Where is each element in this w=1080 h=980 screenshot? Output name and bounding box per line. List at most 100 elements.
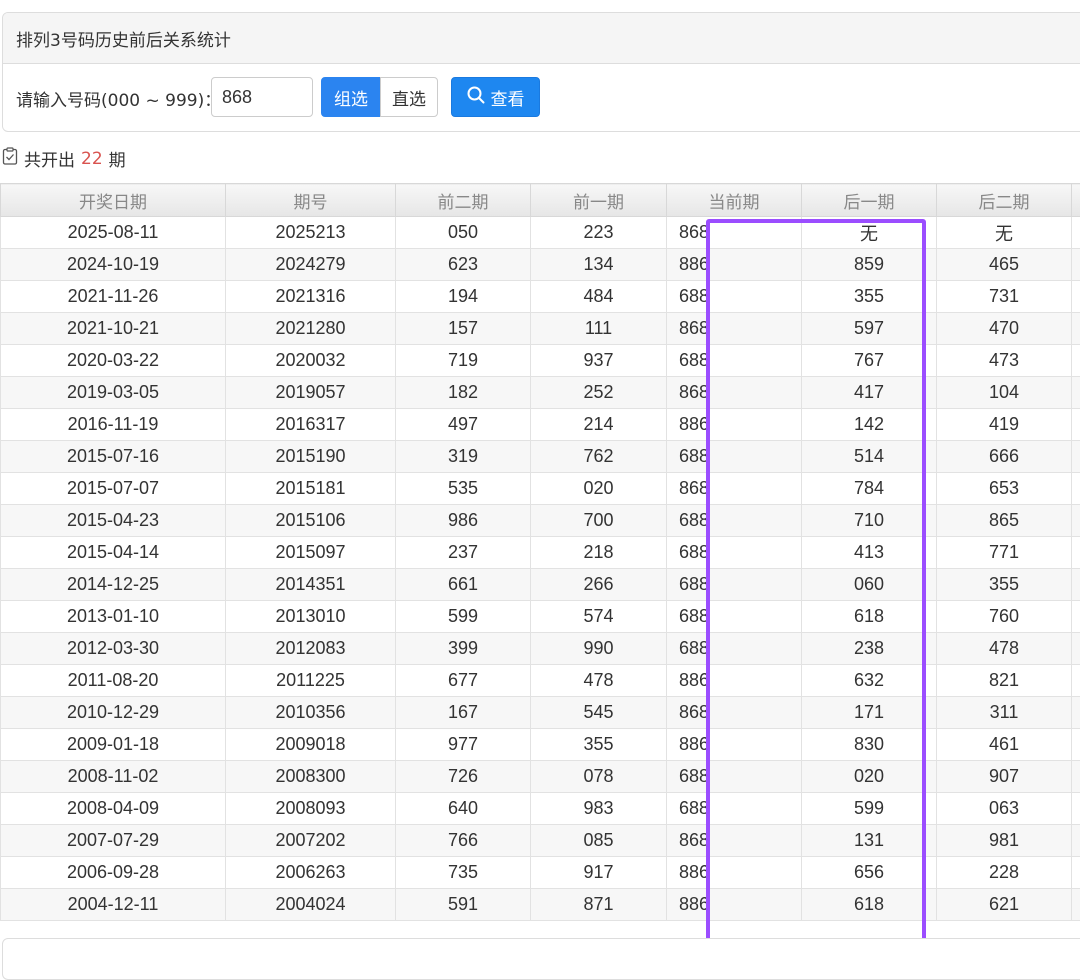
cell-next2: 228 — [937, 857, 1072, 889]
column-header-date: 开奖日期 — [1, 184, 226, 217]
cell-prev2: 640 — [396, 793, 531, 825]
cell-extra — [1072, 441, 1080, 473]
cell-prev1: 983 — [531, 793, 667, 825]
cell-next2: 907 — [937, 761, 1072, 793]
cell-current: 688 — [667, 633, 802, 665]
number-input[interactable] — [211, 77, 313, 117]
cell-prev1: 223 — [531, 217, 667, 249]
cell-prev2: 399 — [396, 633, 531, 665]
cell-prev2: 167 — [396, 697, 531, 729]
cell-date: 2004-12-11 — [1, 889, 226, 921]
cell-prev1: 218 — [531, 537, 667, 569]
column-header-current: 当前期 — [667, 184, 802, 217]
cell-date: 2010-12-29 — [1, 697, 226, 729]
cell-date: 2025-08-11 — [1, 217, 226, 249]
cell-prev1: 700 — [531, 505, 667, 537]
cell-next1: 417 — [802, 377, 937, 409]
cell-next1: 238 — [802, 633, 937, 665]
view-button[interactable]: 查看 — [451, 77, 540, 117]
cell-next1: 859 — [802, 249, 937, 281]
cell-current: 868 — [667, 473, 802, 505]
bottom-panel — [2, 938, 1080, 980]
cell-issue: 2025213 — [226, 217, 396, 249]
cell-date: 2009-01-18 — [1, 729, 226, 761]
cell-date: 2016-11-19 — [1, 409, 226, 441]
cell-extra — [1072, 665, 1080, 697]
table-row: 2006-09-282006263735917886656228 — [1, 857, 1080, 889]
cell-issue: 2012083 — [226, 633, 396, 665]
table-row: 2010-12-292010356167545868171311 — [1, 697, 1080, 729]
direct-select-button[interactable]: 直选 — [380, 77, 438, 117]
cell-date: 2019-03-05 — [1, 377, 226, 409]
cell-next2: 621 — [937, 889, 1072, 921]
cell-issue: 2014351 — [226, 569, 396, 601]
view-button-label: 查看 — [491, 85, 525, 110]
cell-issue: 2015106 — [226, 505, 396, 537]
cell-extra — [1072, 281, 1080, 313]
cell-next2: 419 — [937, 409, 1072, 441]
cell-next1: 514 — [802, 441, 937, 473]
table-row: 2015-07-162015190319762688514666 — [1, 441, 1080, 473]
table-row: 2011-08-202011225677478886632821 — [1, 665, 1080, 697]
cell-current: 688 — [667, 569, 802, 601]
group-select-button[interactable]: 组选 — [321, 77, 381, 117]
table-row: 2012-03-302012083399990688238478 — [1, 633, 1080, 665]
cell-current: 688 — [667, 345, 802, 377]
cell-extra — [1072, 729, 1080, 761]
cell-prev2: 766 — [396, 825, 531, 857]
table-body: 2025-08-112025213050223868无无2024-10-1920… — [1, 217, 1080, 921]
cell-current: 886 — [667, 857, 802, 889]
search-icon — [467, 86, 485, 109]
cell-next2: 311 — [937, 697, 1072, 729]
cell-extra — [1072, 697, 1080, 729]
table-row: 2021-11-262021316194484688355731 — [1, 281, 1080, 313]
cell-next2: 666 — [937, 441, 1072, 473]
table-row: 2020-03-222020032719937688767473 — [1, 345, 1080, 377]
cell-next1: 131 — [802, 825, 937, 857]
cell-next1: 413 — [802, 537, 937, 569]
cell-issue: 2015181 — [226, 473, 396, 505]
table-header-row: 开奖日期期号前二期前一期当前期后一期后二期 — [1, 184, 1080, 217]
cell-current: 688 — [667, 505, 802, 537]
cell-extra — [1072, 569, 1080, 601]
cell-next1: 171 — [802, 697, 937, 729]
cell-prev1: 484 — [531, 281, 667, 313]
cell-next2: 063 — [937, 793, 1072, 825]
summary-suffix: 期 — [109, 146, 126, 171]
cell-next1: 599 — [802, 793, 937, 825]
cell-extra — [1072, 345, 1080, 377]
cell-prev2: 591 — [396, 889, 531, 921]
cell-extra — [1072, 377, 1080, 409]
cell-date: 2014-12-25 — [1, 569, 226, 601]
cell-next1: 060 — [802, 569, 937, 601]
cell-extra — [1072, 761, 1080, 793]
cell-current: 886 — [667, 889, 802, 921]
results-table: 开奖日期期号前二期前一期当前期后一期后二期 2025-08-112025213 0… — [0, 183, 1080, 921]
cell-date: 2011-08-20 — [1, 665, 226, 697]
cell-prev1: 355 — [531, 729, 667, 761]
column-header-prev1: 前一期 — [531, 184, 667, 217]
cell-prev2: 497 — [396, 409, 531, 441]
cell-issue: 2019057 — [226, 377, 396, 409]
cell-date: 2021-11-26 — [1, 281, 226, 313]
cell-prev1: 762 — [531, 441, 667, 473]
cell-date: 2013-01-10 — [1, 601, 226, 633]
cell-date: 2006-09-28 — [1, 857, 226, 889]
cell-prev1: 266 — [531, 569, 667, 601]
query-label: 请输入号码(000 ~ 999)： — [16, 86, 221, 111]
cell-next2: 478 — [937, 633, 1072, 665]
cell-issue: 2011225 — [226, 665, 396, 697]
cell-prev2: 623 — [396, 249, 531, 281]
cell-date: 2007-07-29 — [1, 825, 226, 857]
cell-next2: 865 — [937, 505, 1072, 537]
cell-extra — [1072, 857, 1080, 889]
cell-prev1: 078 — [531, 761, 667, 793]
column-header-issue: 期号 — [226, 184, 396, 217]
cell-current: 868 — [667, 697, 802, 729]
cell-prev1: 990 — [531, 633, 667, 665]
table-row: 2015-07-072015181535020868784653 — [1, 473, 1080, 505]
cell-current: 688 — [667, 441, 802, 473]
cell-date: 2012-03-30 — [1, 633, 226, 665]
cell-extra — [1072, 889, 1080, 921]
cell-issue: 2016317 — [226, 409, 396, 441]
